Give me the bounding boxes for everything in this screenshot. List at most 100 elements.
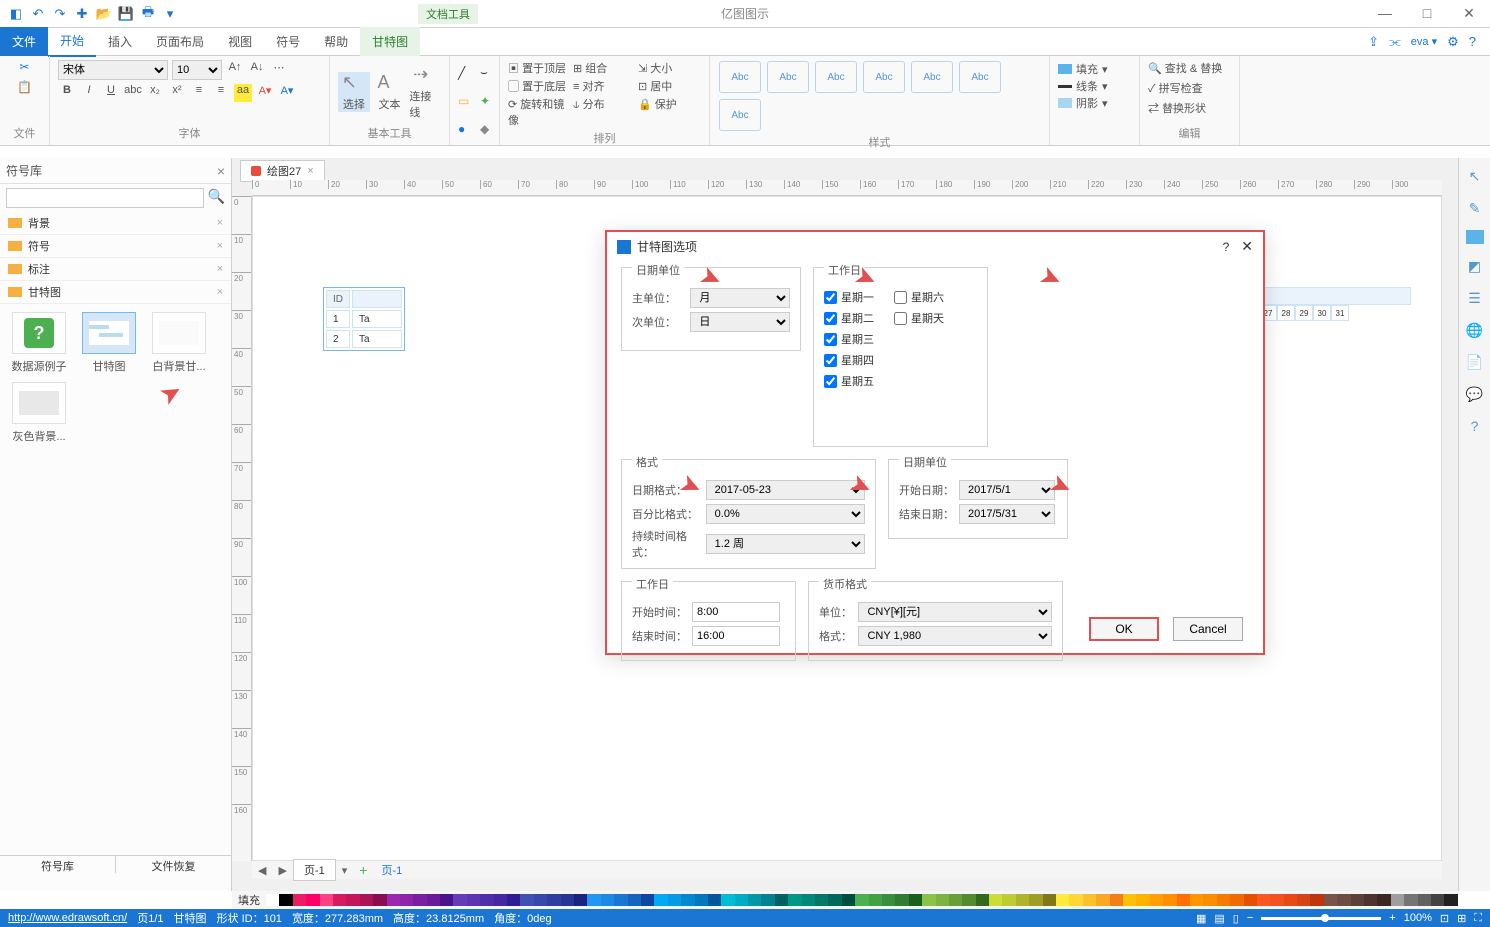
gantt-table[interactable]: ID 1Ta 2Ta (323, 287, 405, 351)
library-item-data-example[interactable]: ? 数据源例子 (8, 312, 70, 374)
leftpanel-close-icon[interactable]: × (217, 163, 225, 179)
save-icon[interactable]: 💾 (118, 6, 134, 22)
rail-chart-icon[interactable]: ◩ (1465, 256, 1485, 276)
menu-start[interactable]: 开始 (48, 26, 96, 57)
line-shape-icon[interactable]: ╱ (458, 66, 476, 80)
undo-icon[interactable]: ↶ (30, 6, 46, 22)
font-size-select[interactable]: 10 (172, 60, 222, 80)
font-color-button[interactable]: A▾ (256, 84, 274, 102)
library-category[interactable]: 标注× (0, 258, 231, 281)
distribute-button[interactable]: ⫝ 分布 (573, 96, 636, 128)
style-swatch[interactable]: Abc (911, 61, 953, 93)
underline-button[interactable]: U (102, 84, 120, 102)
menu-insert[interactable]: 插入 (96, 27, 144, 56)
start-time-input[interactable] (692, 602, 780, 622)
replace-shape-button[interactable]: ⇄ 替换形状 (1148, 100, 1231, 116)
cut-icon[interactable]: ✂ (19, 60, 29, 74)
curve-shape-icon[interactable]: ⌣ (480, 65, 498, 80)
library-search-input[interactable] (6, 188, 204, 208)
font-shrink-icon[interactable]: A↓ (248, 61, 266, 79)
currency-format-select[interactable]: CNY 1,980 (858, 626, 1052, 646)
italic-button[interactable]: I (80, 84, 98, 102)
align-center-button[interactable]: ≡ (212, 84, 230, 102)
page-prev-icon[interactable]: ◀ (252, 864, 272, 877)
duration-format-select[interactable]: 1.2 周 (706, 534, 865, 554)
page-tab[interactable]: 页-1 (293, 859, 336, 881)
view-layout-icon[interactable]: ▤ (1214, 912, 1224, 925)
checkbox-sat[interactable]: 星期六 (894, 289, 944, 305)
rail-panel-icon[interactable] (1466, 230, 1484, 244)
cancel-button[interactable]: Cancel (1173, 617, 1243, 641)
checkbox-wed[interactable]: 星期三 (824, 331, 874, 347)
export-icon[interactable]: ⇪ (1368, 34, 1379, 50)
checkbox-thu[interactable]: 星期四 (824, 352, 874, 368)
gear-icon[interactable]: ⚙ (1447, 34, 1459, 50)
bring-front-button[interactable]: ▣ 置于顶层 (508, 60, 571, 76)
view-page-icon[interactable]: ▯ (1233, 912, 1239, 925)
rail-cursor-icon[interactable]: ↖ (1465, 166, 1485, 186)
end-time-input[interactable] (692, 626, 780, 646)
status-url[interactable]: http://www.edrawsoft.cn/ (8, 912, 127, 924)
circle-shape-icon[interactable]: ● (458, 122, 476, 136)
zoom-slider[interactable] (1261, 917, 1381, 920)
menu-gantt[interactable]: 甘特图 (360, 27, 420, 56)
rect-shape-icon[interactable]: ▭ (458, 94, 476, 108)
shadow-button[interactable]: 阴影 (1076, 95, 1098, 111)
rail-doc-icon[interactable]: 📄 (1465, 352, 1485, 372)
color-swatches[interactable] (266, 894, 1458, 906)
align-button[interactable]: ≡ 对齐 (573, 78, 636, 94)
style-swatch[interactable]: Abc (719, 61, 761, 93)
open-icon[interactable]: 📂 (96, 6, 112, 22)
text-tool[interactable]: A文本 (374, 72, 406, 112)
date-format-select[interactable]: 2017-05-23 (706, 480, 865, 500)
minimize-button[interactable]: — (1364, 5, 1406, 22)
maximize-button[interactable]: □ (1406, 5, 1448, 22)
menu-file[interactable]: 文件 (0, 27, 48, 56)
rail-edit-icon[interactable]: ✎ (1465, 198, 1485, 218)
rotate-button[interactable]: ⟳ 旋转和镜像 (508, 96, 571, 128)
style-swatch[interactable]: Abc (767, 61, 809, 93)
style-swatch[interactable]: Abc (863, 61, 905, 93)
close-button[interactable]: ✕ (1448, 5, 1490, 22)
font-fill-button[interactable]: A▾ (278, 84, 296, 102)
fit-page-icon[interactable]: ⊞ (1457, 912, 1466, 925)
end-date-select[interactable]: 2017/5/31 (959, 504, 1055, 524)
doc-tab-close-icon[interactable]: × (307, 165, 313, 177)
tab-recover[interactable]: 文件恢复 (116, 856, 232, 873)
highlight-button[interactable]: aa (234, 84, 252, 102)
fit-width-icon[interactable]: ⊡ (1440, 912, 1449, 925)
share-icon[interactable]: ⫘ (1389, 34, 1401, 50)
menu-view[interactable]: 视图 (216, 27, 264, 56)
size-button[interactable]: ⇲ 大小 (638, 60, 701, 76)
currency-unit-select[interactable]: CNY[¥][元] (858, 602, 1052, 622)
center-button[interactable]: ⊡ 居中 (638, 78, 701, 94)
ok-button[interactable]: OK (1089, 617, 1159, 641)
help-icon[interactable]: ? (1469, 34, 1476, 49)
print-icon[interactable]: 🖶 (140, 6, 156, 22)
spellcheck-button[interactable]: ✓ 拼写检查 (1148, 80, 1231, 96)
qat-more-icon[interactable]: ▾ (162, 6, 178, 22)
checkbox-fri[interactable]: 星期五 (824, 373, 874, 389)
rail-globe-icon[interactable]: 🌐 (1465, 320, 1485, 340)
library-category[interactable]: 甘特图× (0, 281, 231, 304)
style-swatch[interactable]: Abc (959, 61, 1001, 93)
font-name-select[interactable]: 宋体 (58, 60, 168, 80)
view-mode-icon[interactable]: ▦ (1196, 912, 1206, 925)
select-tool[interactable]: ↖选择 (338, 72, 370, 112)
rail-help-icon[interactable]: ? (1465, 416, 1485, 436)
font-more-icon[interactable]: ⋯ (270, 61, 288, 79)
rail-comment-icon[interactable]: 💬 (1465, 384, 1485, 404)
document-tab[interactable]: 绘图27 × (240, 160, 325, 182)
fullscreen-icon[interactable]: ⛶ (1474, 912, 1482, 925)
align-left-button[interactable]: ≡ (190, 84, 208, 102)
bold-button[interactable]: B (58, 84, 76, 102)
line-button[interactable]: 线条 (1076, 78, 1098, 94)
search-icon[interactable]: 🔍 (208, 188, 225, 208)
library-item-gantt[interactable]: 甘特图 (78, 312, 140, 374)
user-menu[interactable]: eva ▾ (1411, 35, 1437, 48)
connector-tool[interactable]: ⇢连接线 (409, 64, 441, 120)
menu-pagelayout[interactable]: 页面布局 (144, 27, 216, 56)
paste-icon[interactable]: 📋 (17, 80, 32, 94)
dialog-help-icon[interactable]: ? (1223, 240, 1230, 254)
subscript-button[interactable]: x₂ (146, 84, 164, 102)
